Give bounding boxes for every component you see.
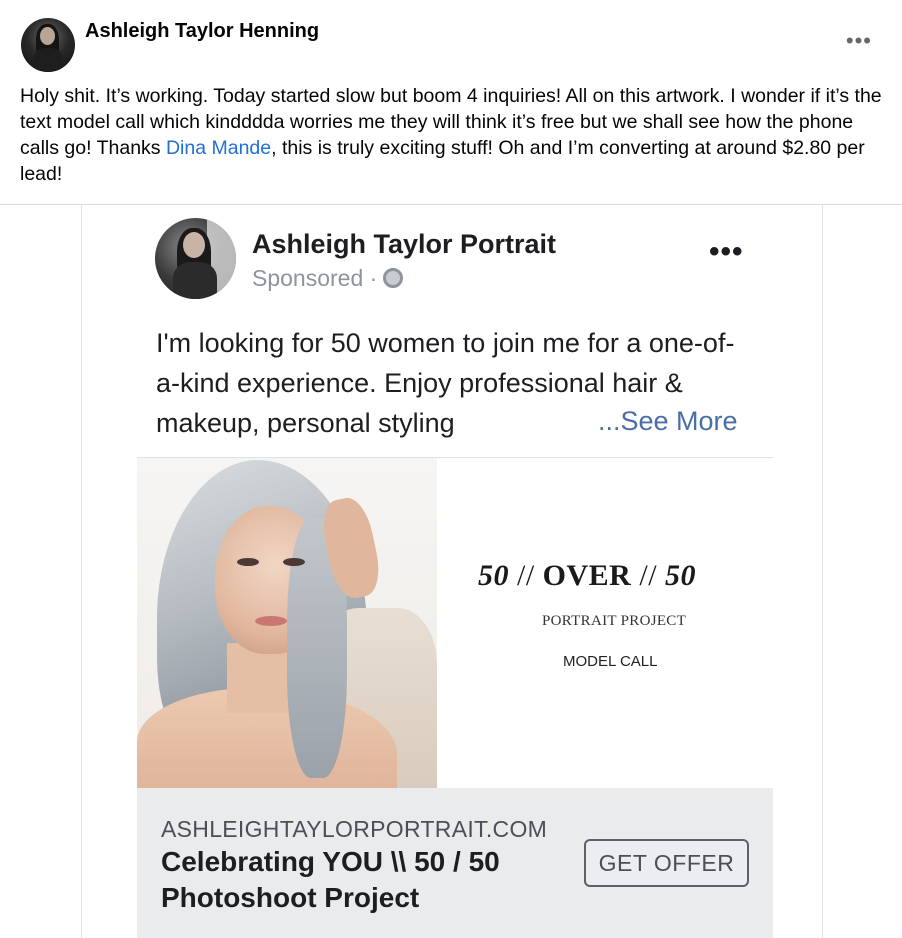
creative-tagline: MODEL CALL: [563, 653, 658, 670]
title-separator-2: //: [631, 559, 666, 592]
mention-link[interactable]: Dina Mande: [166, 137, 271, 159]
creative-subtitle: PORTRAIT PROJECT: [542, 613, 687, 629]
post-author-name[interactable]: Ashleigh Taylor Henning: [85, 20, 319, 43]
more-horizontal-icon[interactable]: •••: [846, 28, 872, 54]
title-separator-1: //: [509, 559, 543, 592]
ad-page-name: Ashleigh Taylor Portrait: [252, 229, 557, 259]
ad-link-box: ASHLEIGHTAYLORPORTRAIT.COM Celebrating Y…: [137, 788, 773, 938]
globe-icon: [383, 268, 404, 288]
see-more-link: ...See More: [598, 406, 738, 436]
author-avatar[interactable]: [21, 18, 75, 72]
link-headline: Celebrating YOU \\ 50 / 50 Photoshoot Pr…: [161, 846, 500, 913]
get-offer-button: GET OFFER: [584, 839, 749, 887]
ad-screenshot[interactable]: Ashleigh Taylor Portrait Sponsored · •••…: [81, 205, 823, 938]
link-url: ASHLEIGHTAYLORPORTRAIT.COM: [161, 816, 548, 842]
title-number-1: 50: [478, 559, 509, 592]
sponsored-text: Sponsored ·: [252, 265, 378, 291]
title-number-2: 50: [665, 559, 697, 592]
post-header: Ashleigh Taylor Henning •••: [0, 0, 902, 80]
ad-more-icon: •••: [709, 235, 744, 268]
ad-page-avatar: [155, 218, 236, 299]
sponsored-label: Sponsored ·: [252, 265, 404, 292]
model-photo: [137, 458, 437, 788]
title-word: OVER: [542, 559, 632, 592]
ad-creative-image: 50 // OVER // 50 PORTRAIT PROJECT MODEL …: [137, 458, 773, 788]
creative-title: 50 // OVER // 50: [478, 559, 696, 593]
post-text: Holy shit. It’s working. Today started s…: [20, 83, 890, 187]
